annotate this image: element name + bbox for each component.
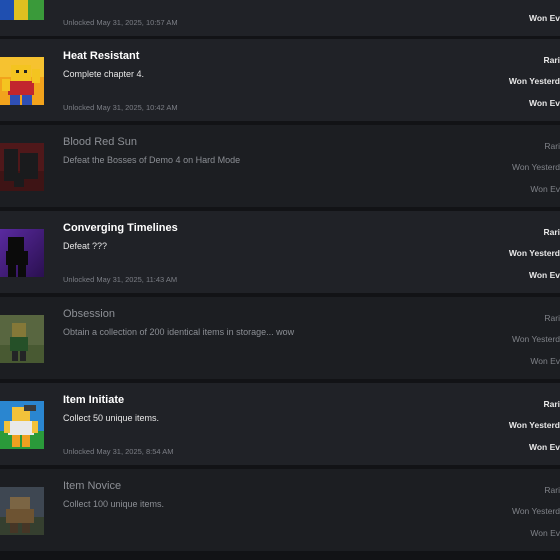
- won-ever-stat: Won Ev: [528, 270, 560, 280]
- badge-row[interactable]: Heat Resistant Complete chapter 4. Unloc…: [0, 39, 560, 121]
- badge-row[interactable]: Converging Timelines Defeat ??? Unlocked…: [0, 211, 560, 293]
- badge-row[interactable]: Blood Red Sun Defeat the Bosses of Demo …: [0, 125, 560, 207]
- rarity-stat: Rari: [543, 227, 560, 237]
- badge-title: Converging Timelines: [63, 222, 178, 234]
- unlocked-date: Unlocked May 31, 2025, 8:54 AM: [63, 447, 174, 456]
- won-yesterday-stat: Won Yesterd: [511, 162, 560, 172]
- badge-thumbnail-icon: [0, 0, 44, 20]
- won-ever-stat: Won Ev: [528, 98, 560, 108]
- rarity-stat: Rari: [544, 141, 560, 151]
- won-yesterday-stat: Won Yesterd: [511, 334, 560, 344]
- badge-description: Defeat the Bosses of Demo 4 on Hard Mode: [63, 155, 241, 165]
- badge-thumbnail-icon: [0, 143, 44, 191]
- badge-description: Defeat ???: [63, 241, 108, 251]
- badge-row[interactable]: Obsession Obtain a collection of 200 ide…: [0, 297, 560, 379]
- won-ever-stat: Won Ev: [530, 356, 560, 366]
- badge-row[interactable]: Item Initiate Collect 50 unique items. U…: [0, 383, 560, 465]
- badge-thumbnail-icon: [0, 315, 44, 363]
- unlocked-date: Unlocked May 31, 2025, 10:57 AM: [63, 18, 178, 27]
- badge-thumbnail-icon: [0, 229, 44, 277]
- badge-description: Collect 100 unique items.: [63, 499, 165, 509]
- won-yesterday-stat: Won Yesterd: [511, 506, 560, 516]
- badge-row[interactable]: Unlocked May 31, 2025, 10:57 AM Won Ev: [0, 0, 560, 36]
- won-yesterday-stat: Won Yesterd: [508, 248, 560, 258]
- rarity-stat: Rari: [543, 399, 560, 409]
- badge-description: Collect 50 unique items.: [63, 413, 160, 423]
- won-yesterday-stat: Won Yesterd: [508, 76, 560, 86]
- badge-title: Obsession: [63, 308, 115, 320]
- won-ever-stat: Won Ev: [530, 528, 560, 538]
- badge-thumbnail-icon: [0, 57, 44, 105]
- rarity-stat: Rari: [543, 55, 560, 65]
- badge-list: Unlocked May 31, 2025, 10:57 AM Won Ev H…: [0, 0, 560, 560]
- badge-description: Complete chapter 4.: [63, 69, 145, 79]
- badge-title: Item Initiate: [63, 394, 125, 406]
- badge-title: Item Novice: [63, 480, 122, 492]
- badge-thumbnail-icon: [0, 487, 44, 535]
- won-ever-stat: Won Ev: [528, 13, 560, 23]
- badge-thumbnail-icon: [0, 401, 44, 449]
- badge-description: Obtain a collection of 200 identical ite…: [63, 327, 295, 337]
- won-yesterday-stat: Won Yesterd: [508, 420, 560, 430]
- rarity-stat: Rari: [544, 485, 560, 495]
- unlocked-date: Unlocked May 31, 2025, 10:42 AM: [63, 103, 178, 112]
- unlocked-date: Unlocked May 31, 2025, 11:43 AM: [63, 275, 178, 284]
- won-ever-stat: Won Ev: [530, 184, 560, 194]
- badge-row[interactable]: Item Novice Collect 100 unique items. Ra…: [0, 469, 560, 551]
- won-ever-stat: Won Ev: [528, 442, 560, 452]
- rarity-stat: Rari: [544, 313, 560, 323]
- badge-title: Heat Resistant: [63, 50, 140, 62]
- badge-title: Blood Red Sun: [63, 136, 137, 148]
